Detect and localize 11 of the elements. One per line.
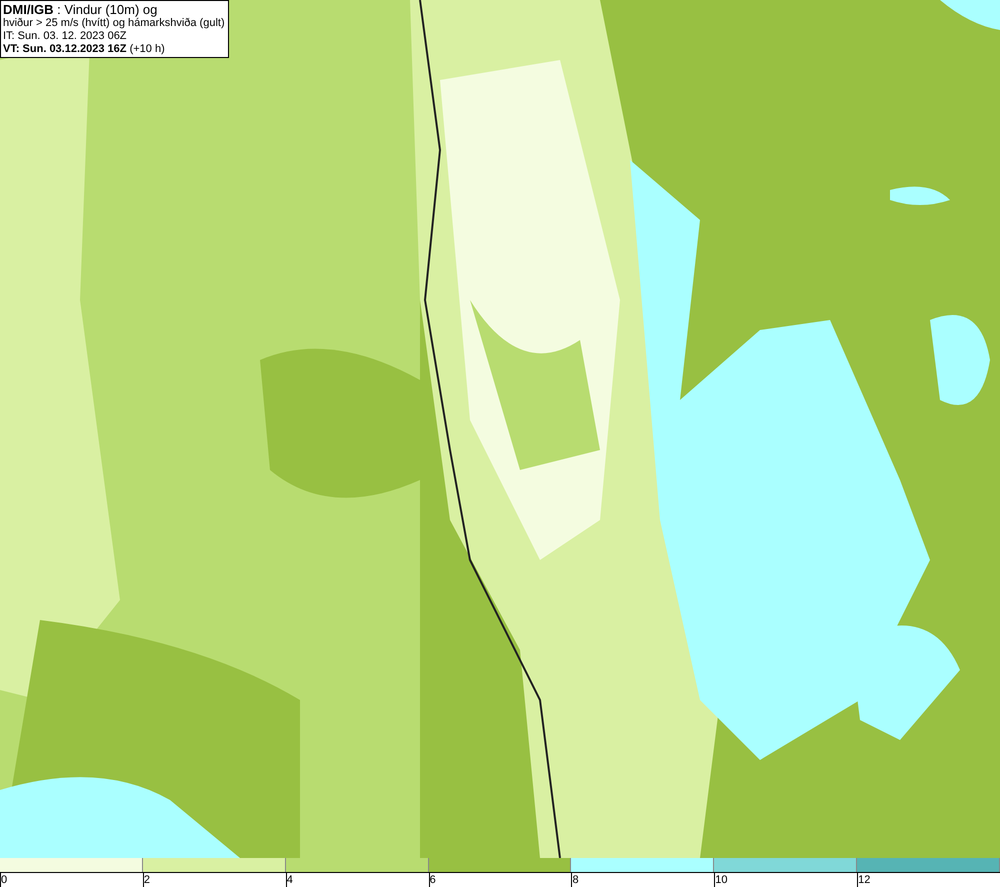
legend-tick-label: 12 <box>858 874 870 886</box>
legend-tick-label: 4 <box>286 874 293 886</box>
legend-tick-label: 2 <box>144 874 150 886</box>
info-text: hviður > 25 m/s (hvítt) og hámarkshviða (gult) <box>3 17 226 30</box>
info-text: VT: Sun. 03.12.2023 16Z (+10 h) <box>3 43 166 56</box>
info-text: IT: Sun. 03. 12. 2023 06Z <box>3 30 128 43</box>
legend-tick-label: 8 <box>572 874 579 886</box>
info-text: DMI/IGB : Vindur (10m) og <box>3 2 158 17</box>
legend-tick-label: 6 <box>430 874 436 886</box>
legend-tick-label: 10 <box>715 874 728 886</box>
legend-tick-label: 0 <box>1 874 8 886</box>
